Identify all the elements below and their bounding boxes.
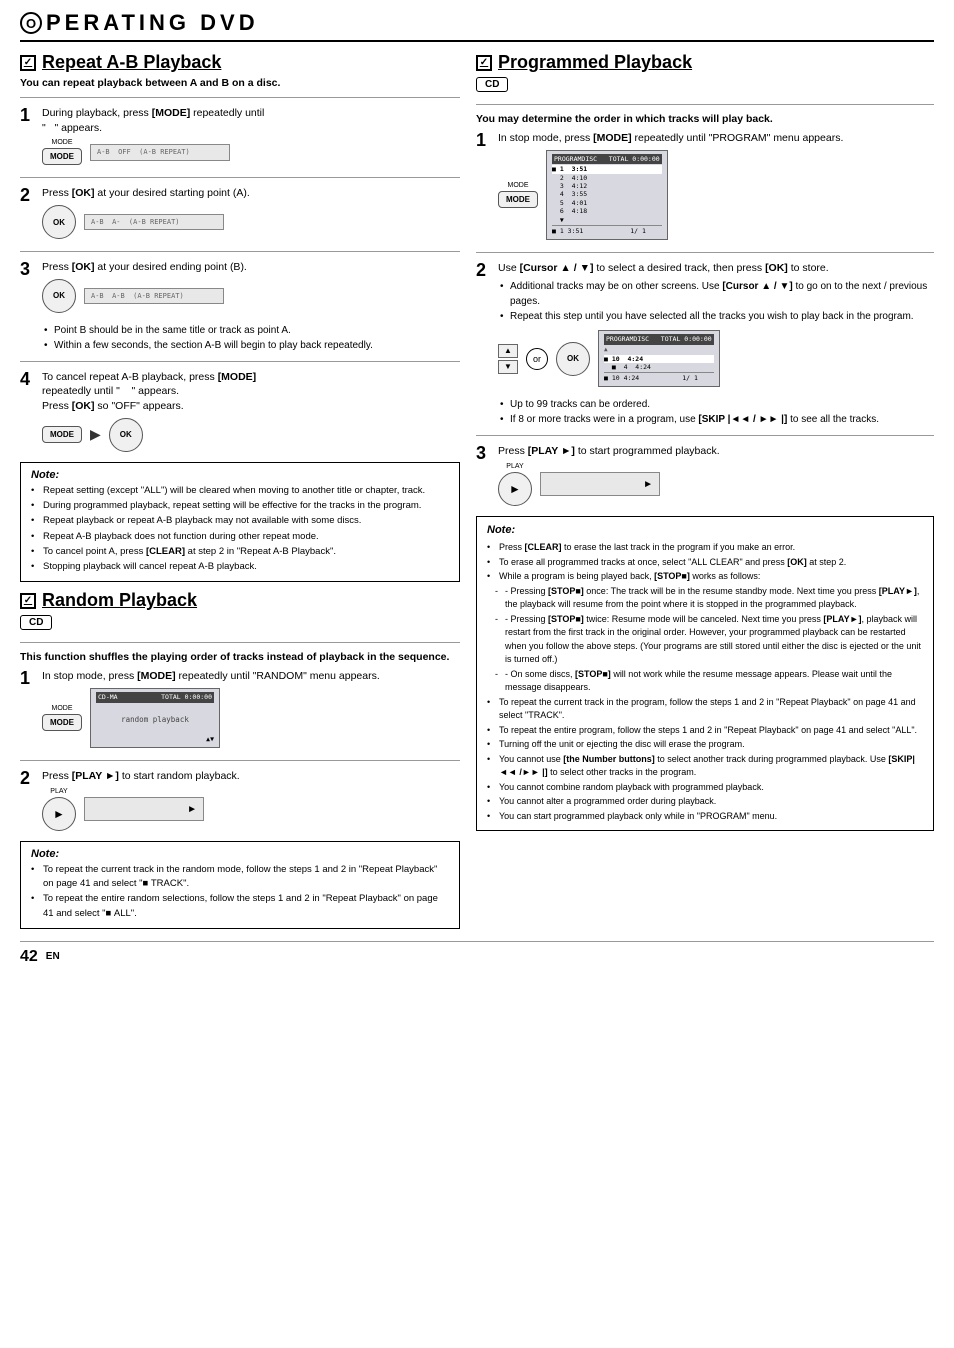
- programmed-desc: You may determine the order in which tra…: [476, 113, 934, 125]
- prog-note: Note: Press [CLEAR] to erase the last tr…: [476, 516, 934, 832]
- repeat-ab-step2: 2 Press [OK] at your desired starting po…: [20, 186, 460, 243]
- arrow-icon: ▶: [90, 426, 101, 443]
- ok-button-prog2[interactable]: OK: [556, 342, 590, 376]
- mode-button-step1[interactable]: MODE: [42, 148, 82, 165]
- step3-num: 3: [20, 260, 38, 278]
- prog-step3: 3 Press [PLAY ►] to start programmed pla…: [476, 444, 934, 510]
- page-number: 42: [20, 948, 38, 966]
- prog-step1-visual: MODE MODE PROGRAM DISC TOTAL 0:00:00 ■ 1…: [498, 150, 934, 240]
- repeat-ab-section: ✓ Repeat A-B Playback You can repeat pla…: [20, 52, 460, 582]
- step2-text: Press [OK] at your desired starting poin…: [42, 186, 460, 201]
- step3-text: Press [OK] at your desired ending point …: [42, 260, 460, 275]
- cursor-down[interactable]: ▼: [498, 360, 518, 374]
- step3-bullets: Point B should be in the same title or t…: [42, 323, 460, 353]
- step3-visual: OK A-B A-B (A-B REPEAT): [42, 279, 460, 313]
- step1-text: During playback, press [MODE] repeatedly…: [42, 106, 460, 135]
- right-column: ✓ Programmed Playback CD You may determi…: [476, 52, 934, 935]
- repeat-ab-step3: 3 Press [OK] at your desired ending poin…: [20, 260, 460, 317]
- random-step2-text: Press [PLAY ►] to start random playback.: [42, 769, 460, 784]
- step1-num: 1: [20, 106, 38, 124]
- checkbox-icon: ✓: [20, 55, 36, 71]
- prog-step1-text: In stop mode, press [MODE] repeatedly un…: [498, 131, 934, 146]
- prog-step2-bottom-bullets: Up to 99 tracks can be ordered. If 8 or …: [498, 397, 934, 427]
- ok-button-step3[interactable]: OK: [42, 279, 76, 313]
- ok-button-step4[interactable]: OK: [109, 418, 143, 452]
- step2-num: 2: [20, 186, 38, 204]
- prog-step2-num: 2: [476, 261, 494, 279]
- prog-step2-text: Use [Cursor ▲ / ▼] to select a desired t…: [498, 261, 934, 276]
- page-wrapper: O PERATING DVD ✓ Repeat A-B Playback You…: [20, 10, 934, 966]
- mode-button-step4[interactable]: MODE: [42, 426, 82, 443]
- random-step2: 2 Press [PLAY ►] to start random playbac…: [20, 769, 460, 835]
- cursor-up[interactable]: ▲: [498, 344, 518, 358]
- repeat-ab-step1: 1 During playback, press [MODE] repeated…: [20, 106, 460, 169]
- step4-text: To cancel repeat A-B playback, press [MO…: [42, 370, 460, 414]
- prog-step1: 1 In stop mode, press [MODE] repeatedly …: [476, 131, 934, 244]
- play-screen-prog: ►: [540, 472, 660, 496]
- repeat-ab-title: ✓ Repeat A-B Playback: [20, 52, 460, 73]
- page-header: O PERATING DVD: [20, 10, 934, 42]
- random-note-title: Note:: [31, 848, 449, 860]
- random-step1-num: 1: [20, 669, 38, 687]
- en-label: EN: [46, 951, 60, 962]
- screen-step1: A-B OFF (A-B REPEAT): [90, 144, 230, 161]
- checkbox-icon-random: ✓: [20, 593, 36, 609]
- play-button-prog[interactable]: ►: [498, 472, 532, 506]
- note-list: Repeat setting (except "ALL") will be cl…: [31, 484, 449, 575]
- prog-step2-visual: ▲ ▼ or OK PROGRAM DISC TOTAL 0:00:00 ▲: [498, 330, 934, 387]
- or-label: or: [526, 348, 548, 370]
- header-title: PERATING DVD: [46, 10, 259, 36]
- play-button-random[interactable]: ►: [42, 797, 76, 831]
- random-note-list: To repeat the current track in the rando…: [31, 863, 449, 921]
- random-step1-text: In stop mode, press [MODE] repeatedly un…: [42, 669, 460, 684]
- random-step2-visual: PLAY ► ►: [42, 788, 460, 831]
- random-desc: This function shuffles the playing order…: [20, 651, 460, 663]
- random-step2-num: 2: [20, 769, 38, 787]
- mode-button-prog[interactable]: MODE: [498, 191, 538, 208]
- random-note: Note: To repeat the current track in the…: [20, 841, 460, 929]
- programmed-title: ✓ Programmed Playback: [476, 52, 934, 73]
- random-step1-visual: MODE MODE CD-MA TOTAL 0:00:00 random pla…: [42, 688, 460, 748]
- step4-visual: MODE ▶ OK: [42, 418, 460, 452]
- prog-screen2: PROGRAM DISC TOTAL 0:00:00 ▲ ■ 10 4:24 ■…: [598, 330, 720, 387]
- repeat-ab-note: Note: Repeat setting (except "ALL") will…: [20, 462, 460, 583]
- mode-button-random[interactable]: MODE: [42, 714, 82, 731]
- screen-step2: A-B A- (A-B REPEAT): [84, 214, 224, 230]
- cd-badge-random: CD: [20, 615, 52, 630]
- ok-button-step2[interactable]: OK: [42, 205, 76, 239]
- prog-step3-num: 3: [476, 444, 494, 462]
- screen-step3: A-B A-B (A-B REPEAT): [84, 288, 224, 304]
- random-section: ✓ Random Playback CD This function shuff…: [20, 590, 460, 929]
- left-column: ✓ Repeat A-B Playback You can repeat pla…: [20, 52, 460, 935]
- prog-step2-bullets: Additional tracks may be on other screen…: [498, 279, 934, 324]
- repeat-ab-desc: You can repeat playback between A and B …: [20, 77, 460, 89]
- prog-note-title: Note:: [487, 523, 923, 539]
- random-step1: 1 In stop mode, press [MODE] repeatedly …: [20, 669, 460, 752]
- play-screen-random: ►: [84, 797, 204, 821]
- prog-step2: 2 Use [Cursor ▲ / ▼] to select a desired…: [476, 261, 934, 391]
- prog-screen1: PROGRAM DISC TOTAL 0:00:00 ■ 1 3:51 2 4:…: [546, 150, 668, 240]
- prog-step1-num: 1: [476, 131, 494, 149]
- prog-step3-text: Press [PLAY ►] to start programmed playb…: [498, 444, 934, 459]
- page-footer: 42 EN: [20, 941, 934, 966]
- step2-visual: OK A-B A- (A-B REPEAT): [42, 205, 460, 239]
- note-title: Note:: [31, 469, 449, 481]
- prog-step3-visual: PLAY ► ►: [498, 463, 934, 506]
- prog-note-list: Press [CLEAR] to erase the last track in…: [487, 541, 923, 823]
- random-title: ✓ Random Playback: [20, 590, 460, 611]
- step1-visual: MODE MODE A-B OFF (A-B REPEAT): [42, 139, 460, 165]
- random-screen: CD-MA TOTAL 0:00:00 random playback ▲▼: [90, 688, 220, 748]
- programmed-section: ✓ Programmed Playback CD You may determi…: [476, 52, 934, 831]
- checkbox-icon-prog: ✓: [476, 55, 492, 71]
- cd-badge-prog: CD: [476, 77, 508, 92]
- cursor-buttons: ▲ ▼: [498, 344, 518, 374]
- step4-num: 4: [20, 370, 38, 388]
- repeat-ab-step4: 4 To cancel repeat A-B playback, press […: [20, 370, 460, 456]
- header-circle: O: [20, 12, 42, 34]
